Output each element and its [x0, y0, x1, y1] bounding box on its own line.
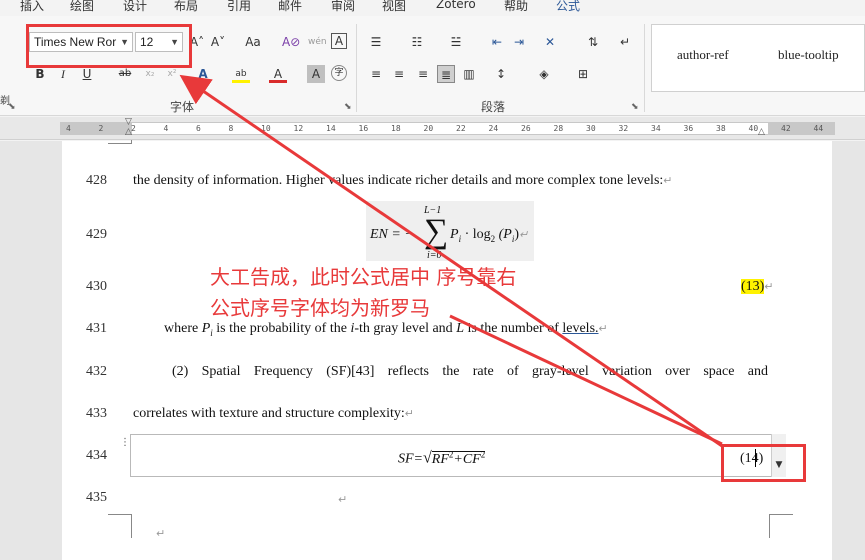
word-window: 插入 绘图 设计 布局 引用 邮件 审阅 视图 Zotero 帮助 公式 剃 T… — [0, 0, 865, 560]
annotation-line-2: 公式序号字体均为新罗马 — [210, 296, 430, 320]
arrow-to-number — [449, 314, 723, 446]
annotation-line-1: 大工告成，此时公式居中 序号靠右 — [210, 265, 517, 289]
